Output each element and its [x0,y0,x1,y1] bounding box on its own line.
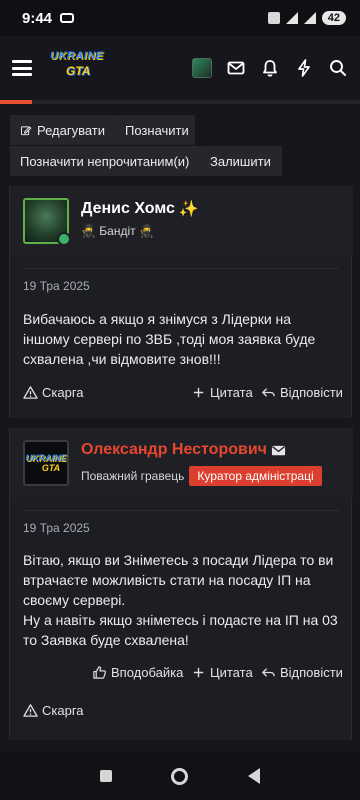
post-body: Вітаю, якщо ви Зніметесь з посади Лідера… [23,552,338,648]
envelope-icon [271,445,286,455]
page-progress-bar [0,100,360,104]
battery-indicator: 42 [321,11,346,25]
reply-icon [262,388,275,397]
search-icon[interactable] [328,58,348,78]
gamepad-icon [60,13,75,23]
warning-icon [23,704,38,717]
divider [22,268,339,269]
envelope-icon[interactable] [226,58,246,78]
quote-button[interactable]: Цитата [191,665,253,680]
leave-button[interactable]: Залишити [200,146,282,176]
menu-icon[interactable] [12,60,32,76]
recents-button[interactable] [99,770,112,782]
like-button[interactable]: Вподобайка [92,665,183,680]
user-title: Поважний гравець Куратор адміністраці [81,466,322,486]
avatar[interactable]: UKRAINE GTA [23,440,69,486]
lightning-icon[interactable] [294,58,314,78]
nav-icons [192,58,348,78]
report-button[interactable]: Скарга [23,385,84,400]
reply-button[interactable]: Відповісти [261,665,343,680]
system-navigation-bar [0,752,360,800]
post-header: UKRAINE GTA Олександр Несторович Поважни… [10,428,353,498]
post-author[interactable]: Олександр Несторович [81,441,286,459]
online-status-icon [57,232,71,246]
mark-unread-button[interactable]: Позначити непрочитаним(и) [10,146,200,176]
edit-button[interactable]: Редагувати [10,115,115,145]
thumbs-up-icon [93,666,106,679]
post-header: Денис Хомс ✨ 🥷 Бандіт 🥷 [10,186,353,256]
wifi-icon [303,12,316,24]
user-avatar-button[interactable] [192,58,212,78]
post-date[interactable]: 19 Тра 2025 [23,521,90,535]
status-icons: 42 [267,11,346,25]
edit-icon [21,125,32,135]
reply-button[interactable]: Відповісти [261,385,343,400]
quote-button[interactable]: Цитата [191,385,253,400]
status-time: 9:44 [22,9,53,27]
warning-icon [23,386,38,399]
mute-icon [267,12,280,24]
post-body: Вибачаюсь а якщо я знімуся з Лідерки на … [23,311,316,367]
avatar[interactable] [23,198,71,246]
reply-icon [262,668,275,677]
home-button[interactable] [171,767,189,785]
post: Денис Хомс ✨ 🥷 Бандіт 🥷 19 Тра 2025 Виба… [9,186,353,418]
status-bar: 9:44 42 [0,0,360,36]
post: UKRAINE GTA Олександр Несторович Поважни… [9,428,353,740]
divider [22,510,339,511]
bell-icon[interactable] [260,58,280,78]
signal-icon [285,12,298,24]
site-logo[interactable]: UKRAINE GTA [48,48,112,88]
post-date[interactable]: 19 Тра 2025 [23,279,90,293]
user-title: 🥷 Бандіт 🥷 [81,224,154,238]
post-author[interactable]: Денис Хомс ✨ [81,199,199,219]
plus-icon [193,667,204,678]
mark-button[interactable]: Позначити [115,115,195,145]
staff-badge: Куратор адміністраці [189,466,322,486]
top-navbar: UKRAINE GTA [0,36,360,100]
plus-icon [193,387,204,398]
sparkles-icon: ✨ [178,201,199,218]
report-button[interactable]: Скарга [23,703,84,718]
back-button[interactable] [248,768,261,784]
